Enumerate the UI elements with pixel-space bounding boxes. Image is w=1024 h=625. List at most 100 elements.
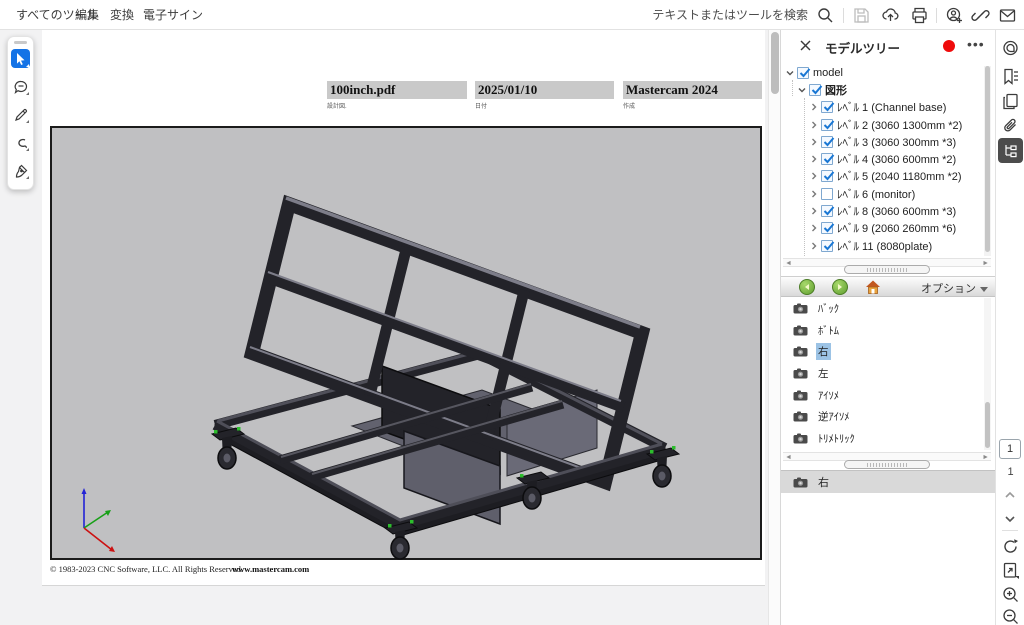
- tree-node-label[interactable]: ﾚﾍﾞﾙ 11 (8080plate): [837, 238, 932, 254]
- scroll-right-arrow-icon[interactable]: ►: [982, 260, 989, 267]
- visibility-checkbox[interactable]: [821, 170, 833, 182]
- panel-splitter[interactable]: [844, 460, 930, 469]
- menu-edit[interactable]: 編集: [71, 0, 103, 30]
- visibility-checkbox[interactable]: [821, 136, 833, 148]
- chevron-right-icon[interactable]: [809, 241, 819, 251]
- tree-node-label[interactable]: ﾚﾍﾞﾙ 3 (3060 300mm *3): [837, 134, 956, 150]
- page-thumbnails-icon[interactable]: [1002, 93, 1019, 110]
- comment-tool-button[interactable]: [11, 77, 30, 96]
- previous-view-button[interactable]: [799, 279, 815, 295]
- chevron-right-icon[interactable]: [809, 171, 819, 181]
- next-view-button[interactable]: [832, 279, 848, 295]
- view-list-item[interactable]: ﾎﾞﾄﾑ: [781, 320, 981, 342]
- tree-node[interactable]: ﾚﾍﾞﾙ 11 (8080plate): [781, 237, 981, 254]
- select-tool-button[interactable]: [11, 49, 30, 68]
- document-scrollbar[interactable]: [768, 30, 780, 625]
- view-label[interactable]: ﾄﾘﾒﾄﾘｯｸ: [816, 430, 857, 447]
- view-list-item[interactable]: ﾄﾘﾒﾄﾘｯｸ: [781, 428, 981, 450]
- tree-node-label[interactable]: ﾚﾍﾞﾙ 1 (Channel base): [837, 99, 946, 115]
- print-icon[interactable]: [911, 7, 928, 24]
- search-icon[interactable]: [817, 7, 834, 24]
- upload-cloud-icon[interactable]: [882, 7, 899, 24]
- view-label[interactable]: ﾊﾞｯｸ: [816, 300, 841, 317]
- more-options-icon[interactable]: •••: [967, 36, 985, 52]
- scrollbar-thumb[interactable]: [771, 32, 779, 94]
- visibility-checkbox[interactable]: [797, 67, 809, 79]
- options-dropdown[interactable]: オプション: [921, 280, 988, 296]
- search-label[interactable]: テキストまたはツールを検索: [652, 0, 808, 30]
- current-view-bar[interactable]: 右: [781, 470, 996, 493]
- tree-node[interactable]: 図形: [781, 81, 981, 98]
- scroll-left-arrow-icon[interactable]: ◄: [785, 454, 792, 461]
- fit-page-icon[interactable]: [1002, 562, 1019, 579]
- chevron-down-icon[interactable]: [785, 68, 795, 78]
- tree-node[interactable]: ﾚﾍﾞﾙ 2 (3060 1300mm *2): [781, 116, 981, 133]
- views-scrollbar[interactable]: [984, 298, 991, 450]
- comments-icon[interactable]: [1002, 40, 1019, 57]
- view-label[interactable]: ﾎﾞﾄﾑ: [816, 322, 841, 339]
- zoom-in-icon[interactable]: [1002, 586, 1019, 603]
- chevron-right-icon[interactable]: [809, 189, 819, 199]
- bookmarks-icon[interactable]: [1002, 68, 1019, 85]
- page-number-input[interactable]: 1: [999, 439, 1021, 459]
- visibility-checkbox[interactable]: [821, 205, 833, 217]
- share-person-add-icon[interactable]: [946, 7, 963, 24]
- tree-node-label[interactable]: ﾚﾍﾞﾙ 2 (3060 1300mm *2): [837, 117, 962, 133]
- zoom-out-icon[interactable]: [1002, 608, 1019, 625]
- chevron-right-icon[interactable]: [809, 102, 819, 112]
- tree-node[interactable]: ﾚﾍﾞﾙ 9 (2060 260mm *6): [781, 220, 981, 237]
- scroll-left-arrow-icon[interactable]: ◄: [785, 260, 792, 267]
- tree-node[interactable]: model: [781, 64, 981, 81]
- scrollbar-thumb[interactable]: [985, 66, 990, 252]
- tree-node-label[interactable]: ﾚﾍﾞﾙ 9 (2060 260mm *6): [837, 220, 956, 236]
- rotate-view-icon[interactable]: [1002, 538, 1019, 555]
- visibility-checkbox[interactable]: [821, 119, 833, 131]
- save-icon[interactable]: [853, 7, 870, 24]
- scrollbar-thumb[interactable]: [985, 402, 990, 448]
- view-list-item[interactable]: 右: [781, 341, 981, 363]
- tree-node[interactable]: ﾚﾍﾞﾙ 6 (monitor): [781, 185, 981, 202]
- view-list-item[interactable]: 左: [781, 363, 981, 385]
- chevron-right-icon[interactable]: [809, 223, 819, 233]
- view-label[interactable]: 逆ｱｲｿﾒ: [816, 408, 852, 425]
- view-list-item[interactable]: ﾊﾞｯｸ: [781, 298, 981, 320]
- tree-node-label[interactable]: ﾚﾍﾞﾙ 5 (2040 1180mm *2): [837, 168, 962, 184]
- visibility-checkbox[interactable]: [809, 84, 821, 96]
- previous-page-chevron-icon[interactable]: [1005, 490, 1015, 500]
- tree-node[interactable]: ﾚﾍﾞﾙ 1 (Channel base): [781, 99, 981, 116]
- model-tree-tab-active[interactable]: [998, 138, 1023, 163]
- pencil-tool-button[interactable]: [11, 105, 30, 124]
- chevron-right-icon[interactable]: [809, 137, 819, 147]
- sign-tool-button[interactable]: [11, 161, 30, 180]
- drag-handle[interactable]: [14, 41, 27, 44]
- tree-node-label[interactable]: ﾚﾍﾞﾙ 6 (monitor): [837, 186, 915, 202]
- model-color-swatch[interactable]: [943, 40, 955, 52]
- panel-splitter[interactable]: [844, 265, 930, 274]
- menu-esign[interactable]: 電子サイン: [139, 0, 207, 30]
- menu-convert[interactable]: 変換: [106, 0, 138, 30]
- visibility-checkbox[interactable]: [821, 222, 833, 234]
- email-icon[interactable]: [999, 7, 1016, 24]
- view-list-item[interactable]: ｱｲｿﾒ: [781, 384, 981, 406]
- chevron-right-icon[interactable]: [809, 120, 819, 130]
- chevron-right-icon[interactable]: [809, 206, 819, 216]
- next-page-chevron-icon[interactable]: [1005, 514, 1015, 524]
- tree-node-label[interactable]: model: [813, 67, 843, 79]
- draw-tool-button[interactable]: [11, 133, 30, 152]
- view-label[interactable]: 右: [816, 343, 831, 360]
- scroll-right-arrow-icon[interactable]: ►: [982, 454, 989, 461]
- website-link[interactable]: www.mastercam.com: [232, 564, 309, 574]
- tree-node-label[interactable]: 図形: [825, 82, 847, 98]
- visibility-checkbox[interactable]: [821, 101, 833, 113]
- attachments-icon[interactable]: [1002, 118, 1019, 135]
- view-list-item[interactable]: 逆ｱｲｿﾒ: [781, 406, 981, 428]
- tree-node[interactable]: ﾚﾍﾞﾙ 4 (3060 600mm *2): [781, 150, 981, 167]
- visibility-checkbox[interactable]: [821, 240, 833, 252]
- view-label[interactable]: 左: [816, 365, 831, 382]
- tree-scrollbar[interactable]: [984, 66, 991, 256]
- 3d-viewport[interactable]: [50, 126, 762, 560]
- chevron-down-icon[interactable]: [797, 85, 807, 95]
- home-view-icon[interactable]: [865, 279, 881, 295]
- tree-node[interactable]: ﾚﾍﾞﾙ 5 (2040 1180mm *2): [781, 168, 981, 185]
- chevron-right-icon[interactable]: [809, 154, 819, 164]
